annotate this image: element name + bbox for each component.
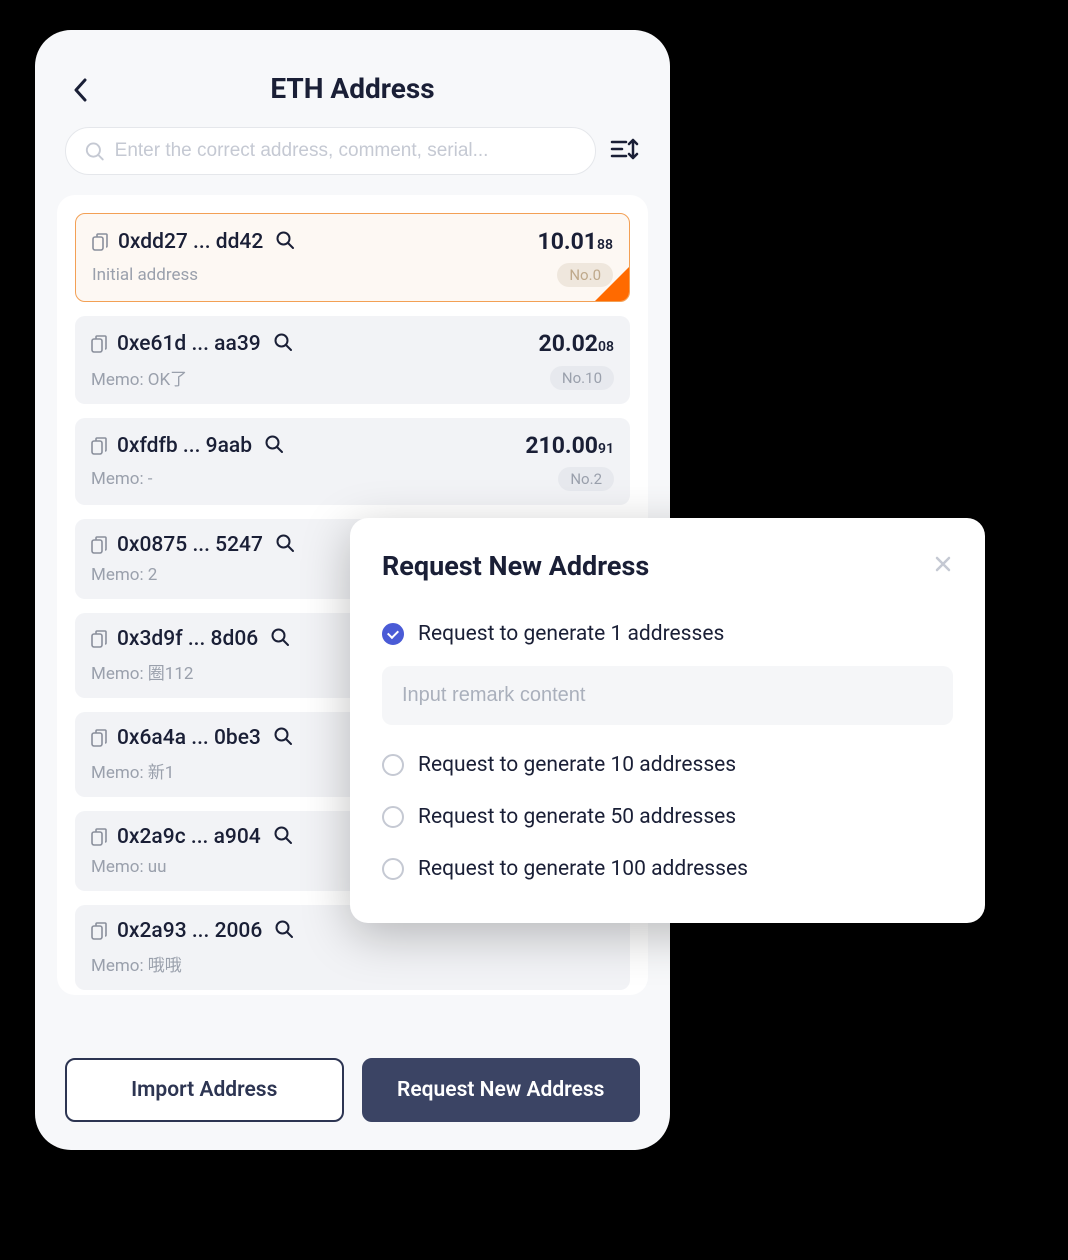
address-card-top-row: 0xe61d ... aa39 20.0208 bbox=[91, 330, 614, 357]
sort-icon bbox=[610, 136, 640, 162]
radio-label: Request to generate 1 addresses bbox=[418, 622, 724, 646]
balance-value: 210.0091 bbox=[525, 432, 614, 459]
memo-text: Memo: uu bbox=[91, 857, 167, 877]
address-card[interactable]: 0xfdfb ... 9aab 210.0091 Memo: - No.2 bbox=[75, 418, 630, 505]
address-text: 0x2a9c ... a904 bbox=[117, 825, 261, 849]
magnifier-icon[interactable] bbox=[273, 825, 293, 849]
search-box[interactable] bbox=[65, 127, 596, 175]
sort-button[interactable] bbox=[610, 136, 640, 166]
memo-text: Initial address bbox=[92, 265, 198, 285]
header: ETH Address bbox=[35, 30, 670, 127]
copy-icon[interactable] bbox=[91, 335, 107, 353]
address-card-top-row: 0xfdfb ... 9aab 210.0091 bbox=[91, 432, 614, 459]
address-card-bottom-row: Memo: 哦哦 bbox=[91, 951, 614, 976]
address-text: 0x2a93 ... 2006 bbox=[117, 919, 262, 943]
memo-text: Memo: 2 bbox=[91, 565, 157, 585]
modal-title: Request New Address bbox=[382, 550, 649, 582]
magnifier-icon[interactable] bbox=[273, 726, 293, 750]
copy-icon[interactable] bbox=[91, 729, 107, 747]
search-input[interactable] bbox=[115, 140, 577, 162]
address-text: 0x3d9f ... 8d06 bbox=[117, 627, 258, 651]
selected-corner-marker bbox=[595, 267, 629, 301]
search-row bbox=[35, 127, 670, 195]
magnifier-icon[interactable] bbox=[274, 919, 294, 943]
magnifier-icon[interactable] bbox=[273, 332, 293, 356]
back-button[interactable] bbox=[73, 78, 87, 106]
close-icon bbox=[933, 554, 953, 574]
address-card-bottom-row: Memo: OK了 No.10 bbox=[91, 365, 614, 390]
memo-text: Memo: 圈112 bbox=[91, 659, 193, 684]
request-address-modal: Request New Address Request to generate … bbox=[350, 518, 985, 923]
address-card-bottom-row: Initial addressNo.0 bbox=[92, 263, 613, 287]
radio-option[interactable]: Request to generate 100 addresses bbox=[382, 843, 953, 895]
request-new-address-button[interactable]: Request New Address bbox=[362, 1058, 641, 1122]
import-address-button[interactable]: Import Address bbox=[65, 1058, 344, 1122]
copy-icon[interactable] bbox=[91, 536, 107, 554]
serial-badge: No.2 bbox=[558, 467, 614, 491]
radio-unchecked-icon bbox=[382, 754, 404, 776]
radio-option[interactable]: Request to generate 10 addresses bbox=[382, 739, 953, 791]
radio-checked-icon bbox=[382, 623, 404, 645]
modal-options-list: Request to generate 1 addresses Request t… bbox=[382, 608, 953, 895]
memo-text: Memo: OK了 bbox=[91, 365, 187, 390]
page-title: ETH Address bbox=[65, 72, 640, 105]
memo-text: Memo: 新1 bbox=[91, 758, 174, 783]
modal-header: Request New Address bbox=[382, 550, 953, 582]
address-text: 0xfdfb ... 9aab bbox=[117, 434, 252, 458]
address-card[interactable]: 0xe61d ... aa39 20.0208 Memo: OK了 No.10 bbox=[75, 316, 630, 404]
radio-label: Request to generate 100 addresses bbox=[418, 857, 748, 881]
chevron-left-icon bbox=[73, 78, 87, 102]
magnifier-icon[interactable] bbox=[275, 230, 295, 254]
serial-badge: No.10 bbox=[550, 366, 614, 390]
memo-text: Memo: - bbox=[91, 469, 153, 489]
balance-value: 20.0208 bbox=[539, 330, 614, 357]
modal-close-button[interactable] bbox=[933, 554, 953, 578]
radio-option[interactable]: Request to generate 50 addresses bbox=[382, 791, 953, 843]
radio-unchecked-icon bbox=[382, 858, 404, 880]
address-text: 0x0875 ... 5247 bbox=[117, 533, 263, 557]
search-icon bbox=[84, 140, 105, 162]
address-card-bottom-row: Memo: - No.2 bbox=[91, 467, 614, 491]
address-text: 0x6a4a ... 0be3 bbox=[117, 726, 261, 750]
address-card[interactable]: 0xdd27 ... dd42 10.0188 Initial addressNo.… bbox=[75, 213, 630, 302]
radio-label: Request to generate 50 addresses bbox=[418, 805, 736, 829]
remark-input[interactable] bbox=[382, 666, 953, 725]
copy-icon[interactable] bbox=[92, 233, 108, 251]
bottom-button-row: Import Address Request New Address bbox=[65, 1058, 640, 1122]
radio-label: Request to generate 10 addresses bbox=[418, 753, 736, 777]
balance-value: 10.0188 bbox=[538, 228, 613, 255]
radio-option[interactable]: Request to generate 1 addresses bbox=[382, 608, 953, 660]
address-text: 0xdd27 ... dd42 bbox=[118, 230, 263, 254]
magnifier-icon[interactable] bbox=[275, 533, 295, 557]
address-card-top-row: 0xdd27 ... dd42 10.0188 bbox=[92, 228, 613, 255]
copy-icon[interactable] bbox=[91, 630, 107, 648]
address-text: 0xe61d ... aa39 bbox=[117, 332, 261, 356]
copy-icon[interactable] bbox=[91, 922, 107, 940]
radio-unchecked-icon bbox=[382, 806, 404, 828]
copy-icon[interactable] bbox=[91, 828, 107, 846]
copy-icon[interactable] bbox=[91, 437, 107, 455]
magnifier-icon[interactable] bbox=[264, 434, 284, 458]
magnifier-icon[interactable] bbox=[270, 627, 290, 651]
memo-text: Memo: 哦哦 bbox=[91, 951, 182, 976]
